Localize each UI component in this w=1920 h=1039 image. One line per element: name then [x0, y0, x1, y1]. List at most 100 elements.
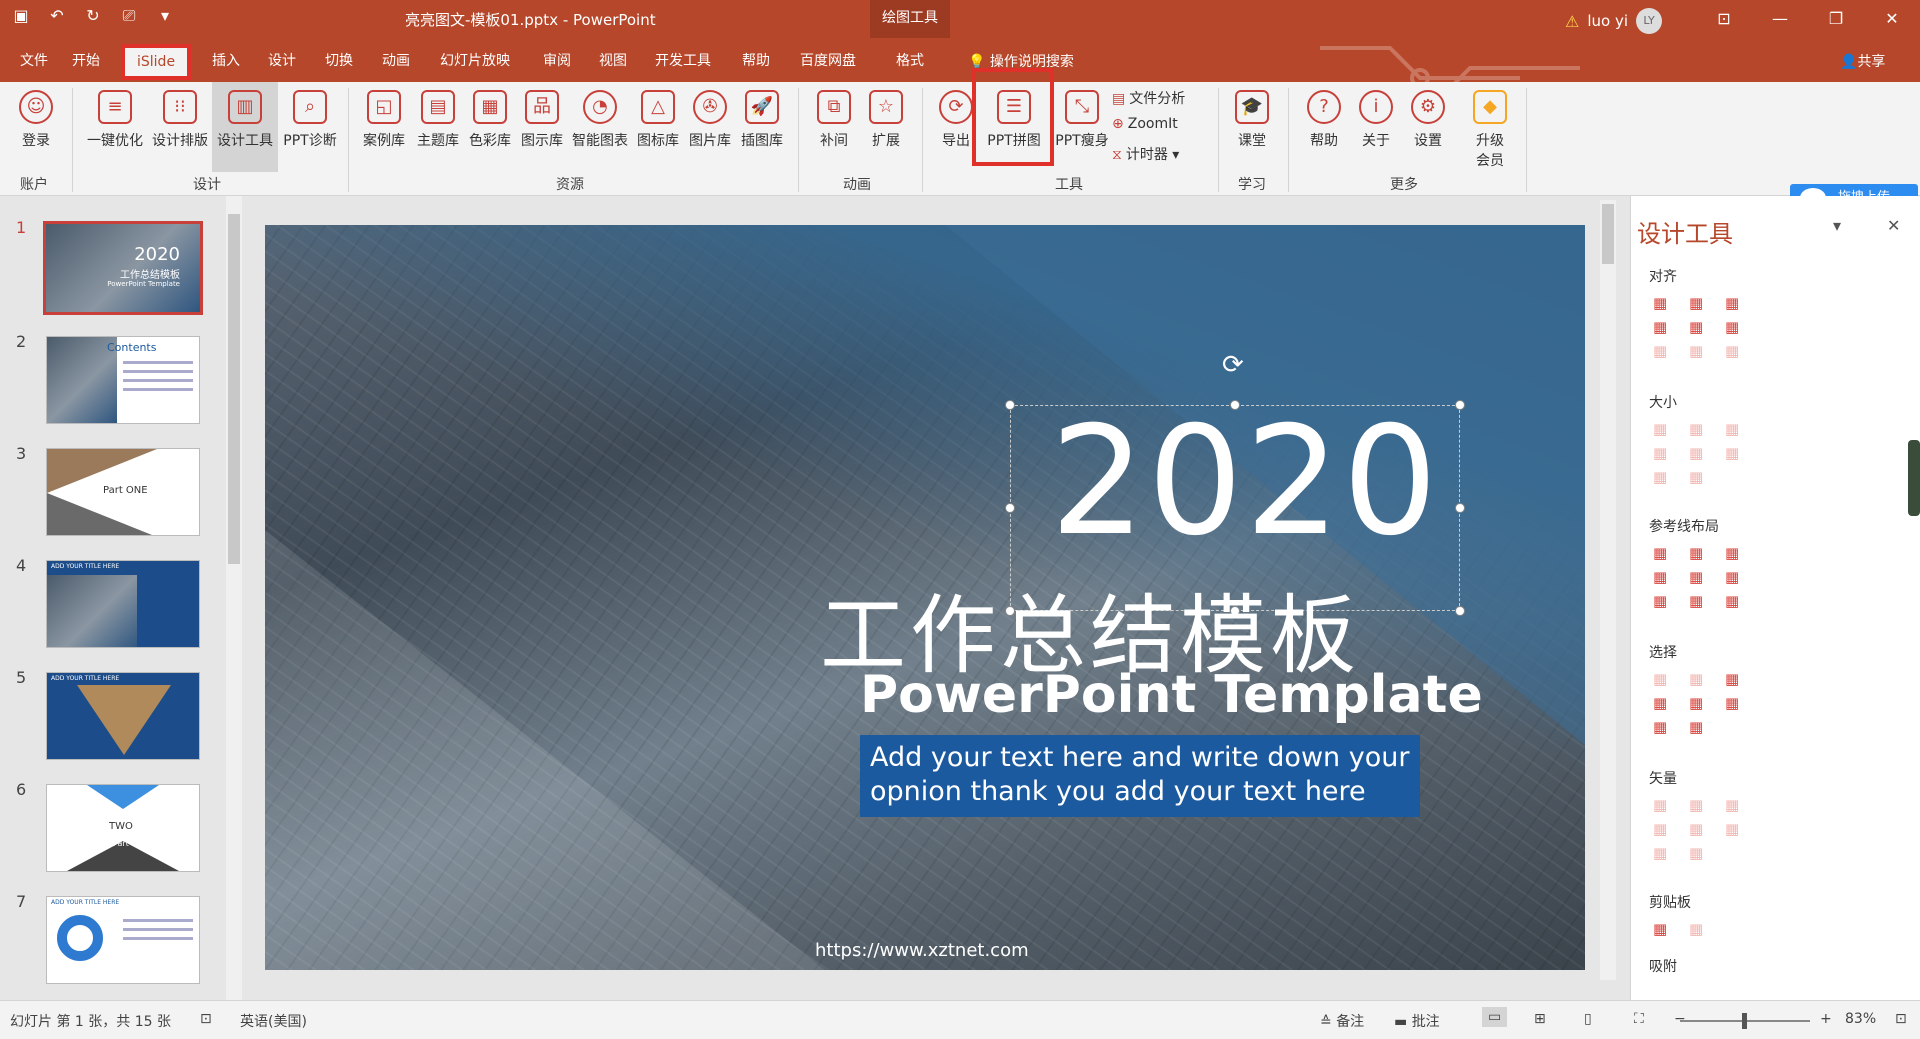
ribbon-display-icon[interactable]: ⊡ [1696, 0, 1752, 38]
zoom-slider-knob[interactable] [1742, 1013, 1747, 1029]
spellcheck-icon[interactable]: ⊡ [200, 1011, 212, 1027]
resize-handle[interactable] [1005, 503, 1015, 513]
sorter-view-icon[interactable]: ⊞ [1534, 1011, 1546, 1027]
guide-icon[interactable] [1689, 544, 1709, 560]
align-right-icon[interactable] [1725, 294, 1745, 310]
tab-home[interactable]: 开始 [72, 50, 100, 70]
login-button[interactable]: ☺ 登录 [14, 90, 58, 150]
slide-scrollbar[interactable] [1600, 200, 1616, 980]
align-bottom-icon[interactable] [1725, 318, 1745, 334]
user-area[interactable]: ⚠ luo yi LY [1565, 8, 1663, 34]
vector-icon[interactable] [1653, 796, 1673, 812]
tab-view[interactable]: 视图 [599, 50, 627, 70]
resize-handle[interactable] [1455, 503, 1465, 513]
size-icon[interactable] [1689, 444, 1709, 460]
tab-review[interactable]: 审阅 [543, 50, 571, 70]
size-icon[interactable] [1725, 444, 1745, 460]
text-vector-icon[interactable] [1653, 844, 1673, 860]
vector-icon[interactable] [1725, 796, 1745, 812]
slideshow-view-icon[interactable]: ⛶ [1634, 1011, 1644, 1027]
select-icon[interactable] [1689, 694, 1709, 710]
thumb-slide-5[interactable]: ADD YOUR TITLE HERE [46, 672, 200, 760]
present-icon[interactable]: ⎚ [118, 6, 140, 26]
ppt-slim-button[interactable]: ⤡ PPT瘦身 [1050, 90, 1114, 150]
size-icon[interactable] [1725, 420, 1745, 436]
timer-dropdown-icon[interactable]: ▾ [1168, 147, 1179, 163]
pen-icon[interactable] [1689, 844, 1709, 860]
share-button[interactable]: 👤共享 [1840, 51, 1885, 71]
zoom-out-icon[interactable]: − [1674, 1011, 1686, 1027]
select-icon[interactable] [1653, 718, 1673, 734]
guide-icon[interactable] [1653, 568, 1673, 584]
thumb-slide-3[interactable]: Part ONE [46, 448, 200, 536]
warning-icon[interactable]: ⚠ [1565, 12, 1579, 31]
slide-en-title[interactable]: PowerPoint Template [860, 665, 1483, 725]
save-icon[interactable]: ▣ [10, 6, 32, 26]
fit-slide-icon[interactable]: ⊡ [1895, 1011, 1907, 1027]
avatar[interactable]: LY [1636, 8, 1663, 34]
tab-developer[interactable]: 开发工具 [655, 50, 711, 70]
tab-baidu[interactable]: 百度网盘 [800, 50, 856, 70]
case-library-button[interactable]: ◱ 案例库 [358, 90, 410, 150]
tab-islide[interactable]: iSlide [121, 44, 192, 80]
comments-button[interactable]: ▬ 批注 [1394, 1011, 1440, 1031]
guide-icon[interactable] [1725, 544, 1745, 560]
minimize-icon[interactable]: — [1752, 0, 1808, 38]
scrollbar-thumb[interactable] [228, 214, 240, 564]
design-tools-button[interactable]: ▥ 设计工具 [212, 82, 278, 172]
align-middle-icon[interactable] [1689, 318, 1709, 334]
size-icon[interactable] [1689, 420, 1709, 436]
theme-library-button[interactable]: ▤ 主题库 [412, 90, 464, 150]
diagram-library-button[interactable]: 品图示库 [516, 90, 568, 150]
tween-button[interactable]: ⧉ 补间 [810, 90, 858, 150]
select-icon[interactable] [1689, 670, 1709, 686]
select-icon[interactable] [1653, 670, 1673, 686]
tab-animations[interactable]: 动画 [382, 50, 410, 70]
guide-icon[interactable] [1725, 592, 1745, 608]
thumb-slide-6[interactable]: TWO Part [46, 784, 200, 872]
one-click-optimize-button[interactable]: ≡ 一键优化 [82, 90, 148, 150]
image-library-button[interactable]: ✇ 图片库 [684, 90, 736, 150]
tab-file[interactable]: 文件 [20, 50, 48, 70]
resize-handle[interactable] [1455, 606, 1465, 616]
panel-close-icon[interactable]: ✕ [1887, 216, 1900, 235]
resize-handle[interactable] [1455, 400, 1465, 410]
thumb-slide-4[interactable]: ADD YOUR TITLE HERE [46, 560, 200, 648]
distribute-v-icon[interactable] [1689, 342, 1709, 358]
notes-button[interactable]: ≙ 备注 [1320, 1011, 1364, 1031]
scrollbar-thumb[interactable] [1602, 204, 1614, 264]
guide-icon[interactable] [1689, 592, 1709, 608]
size-icon[interactable] [1689, 468, 1709, 484]
select-icon[interactable] [1689, 718, 1709, 734]
distribute-icon[interactable] [1725, 342, 1745, 358]
zoom-in-icon[interactable]: + [1820, 1011, 1832, 1027]
panel-dropdown-icon[interactable]: ▾ [1833, 216, 1841, 235]
tab-insert[interactable]: 插入 [212, 50, 240, 70]
thumbnails-scrollbar[interactable] [226, 196, 242, 1000]
help-button[interactable]: ? 帮助 [1300, 90, 1348, 150]
slide-year[interactable]: 2020 [1050, 395, 1440, 569]
vector-icon[interactable] [1725, 820, 1745, 836]
thumb-slide-1[interactable]: 2020 工作总结模板 PowerPoint Template [43, 221, 203, 315]
paste-icon[interactable] [1689, 920, 1709, 936]
vector-icon[interactable] [1689, 796, 1709, 812]
cursor-icon[interactable] [1725, 694, 1745, 710]
close-icon[interactable]: ✕ [1864, 0, 1920, 38]
size-icon[interactable] [1653, 468, 1673, 484]
file-analysis-button[interactable]: ▤ 文件分析 [1112, 88, 1185, 108]
side-widget[interactable] [1908, 440, 1920, 516]
slide-body-text[interactable]: Add your text here and write down your o… [860, 735, 1420, 817]
copy-icon[interactable] [1653, 920, 1673, 936]
language-status[interactable]: 英语(美国) [240, 1011, 307, 1031]
user-name[interactable]: luo yi [1587, 12, 1628, 30]
zoom-level[interactable]: 83% [1845, 1011, 1876, 1027]
tab-design[interactable]: 设计 [268, 50, 296, 70]
reading-view-icon[interactable]: ▯ [1584, 1011, 1592, 1027]
guide-icon[interactable] [1689, 568, 1709, 584]
align-top-icon[interactable] [1653, 318, 1673, 334]
rotate-handle-icon[interactable]: ⟳ [1222, 350, 1244, 380]
tab-slideshow[interactable]: 幻灯片放映 [440, 50, 510, 70]
thumb-slide-2[interactable]: Contents [46, 336, 200, 424]
vector-icon[interactable] [1689, 820, 1709, 836]
color-library-button[interactable]: ▦ 色彩库 [464, 90, 516, 150]
